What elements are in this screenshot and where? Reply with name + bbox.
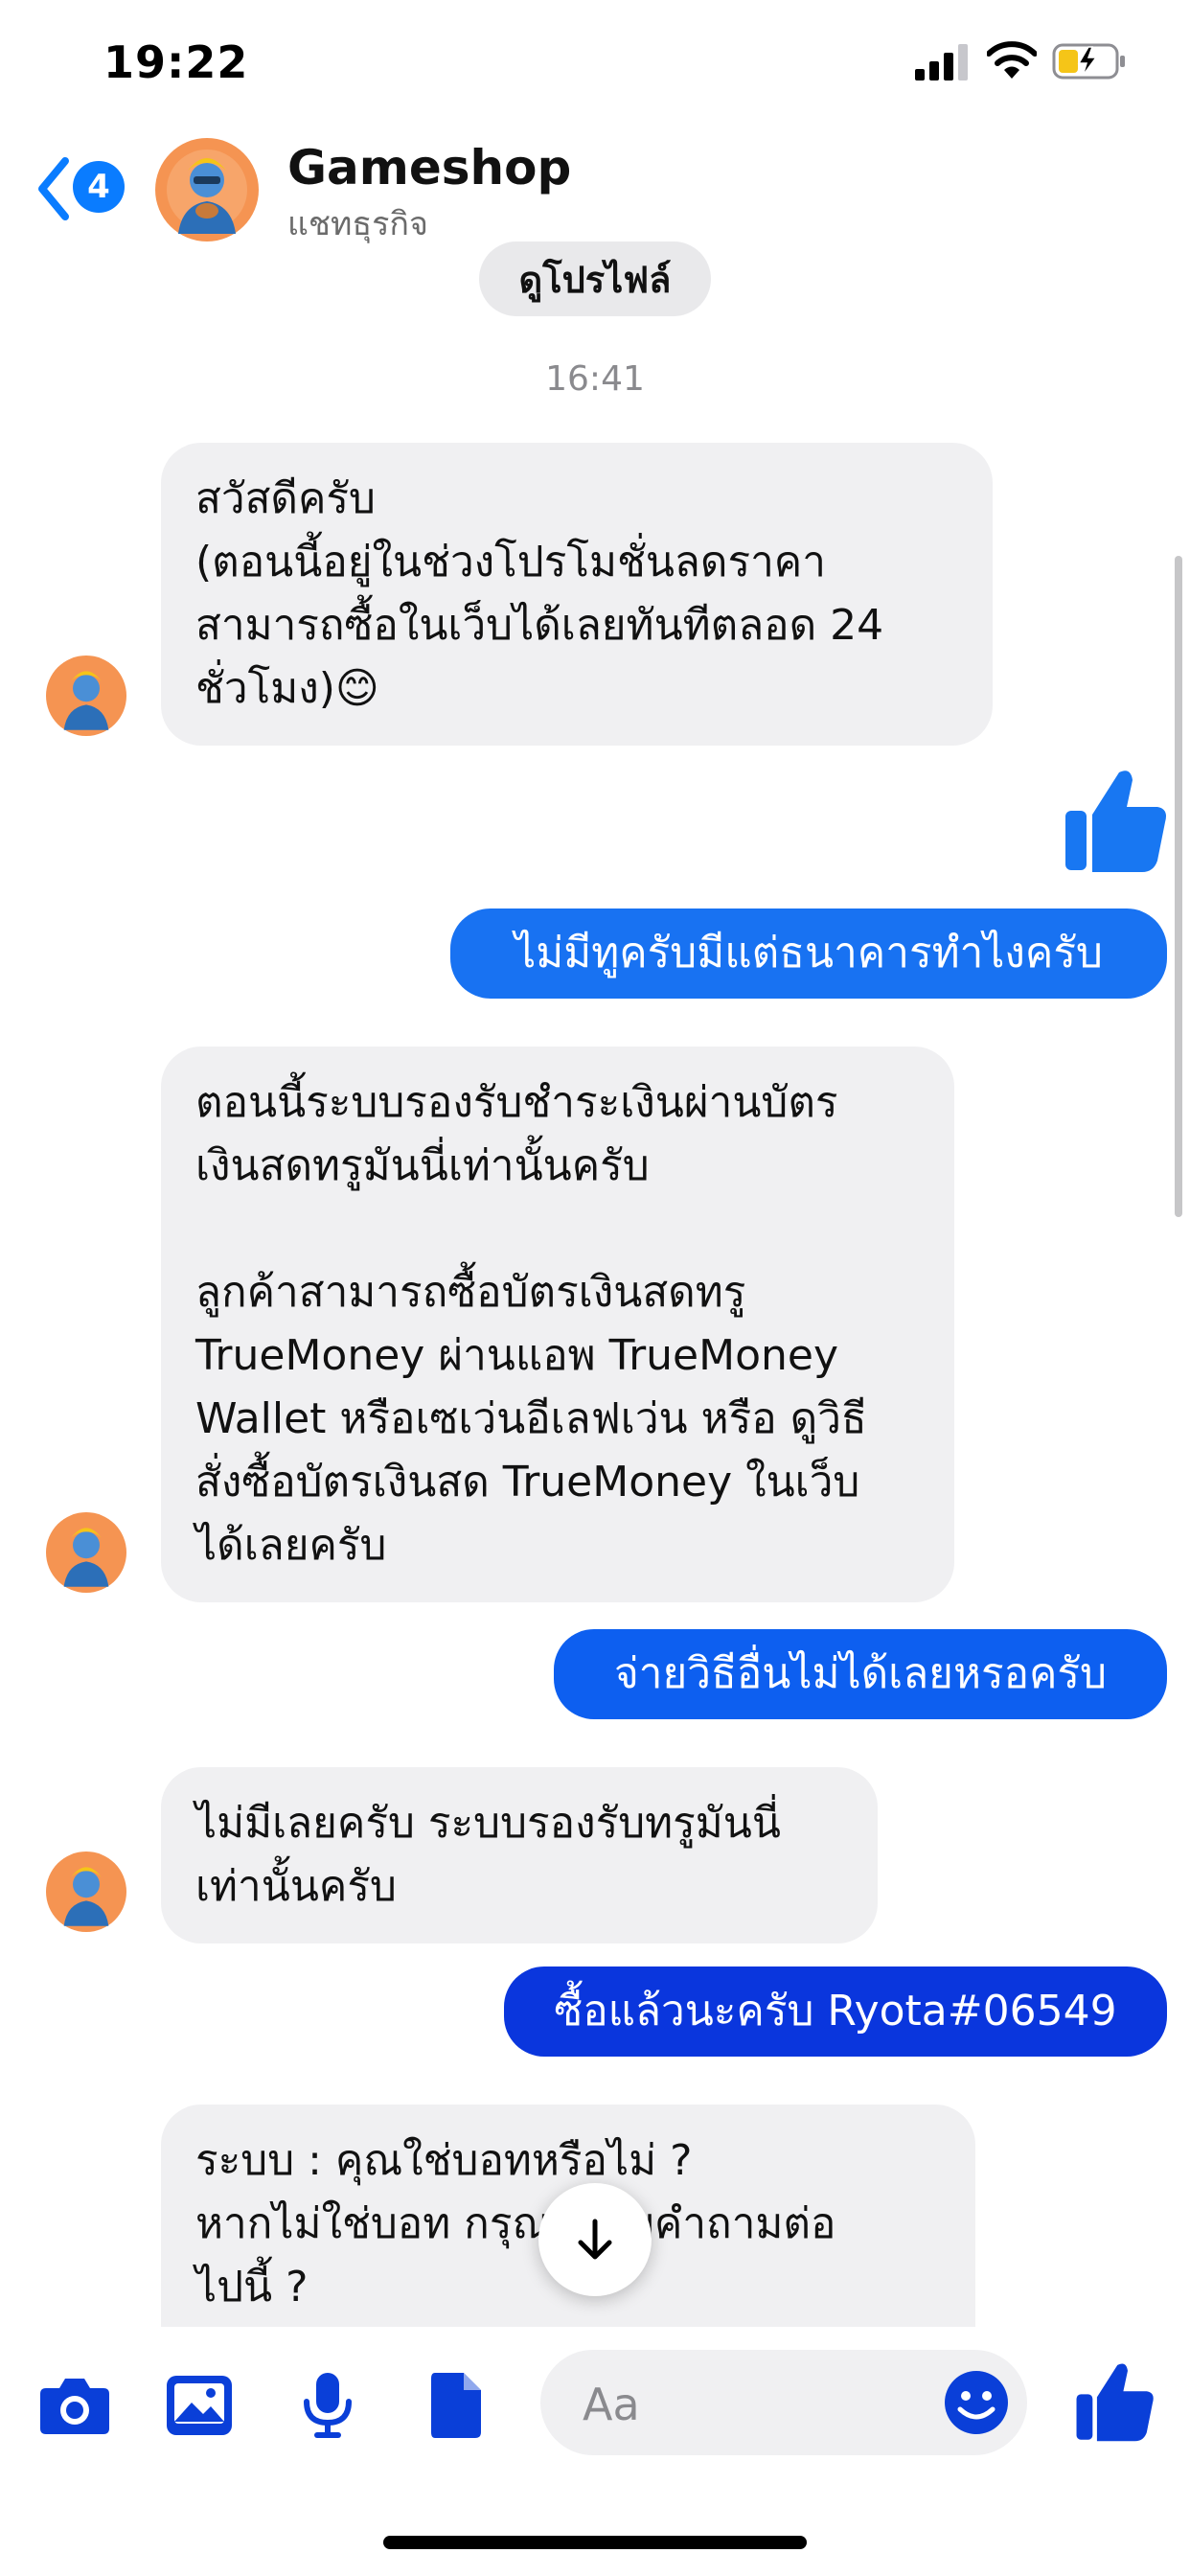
message-input[interactable]: Aa (540, 2350, 1027, 2455)
thumbs-up-icon (1065, 770, 1166, 872)
camera-icon (40, 2379, 109, 2434)
microphone-button[interactable] (289, 2367, 366, 2444)
like-button[interactable] (1075, 2359, 1156, 2444)
sent-thumbs-up[interactable] (1064, 767, 1169, 874)
file-icon (431, 2373, 481, 2438)
thumbs-up-icon (1076, 2363, 1154, 2442)
message-outgoing[interactable]: จ่ายวิธีอื่นไม่ได้เลยหรอครับ (554, 1629, 1167, 1719)
sender-avatar (46, 1512, 126, 1593)
view-profile-button[interactable]: ดูโปรไฟล์ (479, 242, 711, 316)
microphone-icon (304, 2373, 352, 2438)
message-input-placeholder: Aa (583, 2379, 640, 2430)
avatar[interactable] (155, 138, 259, 242)
battery-charging-icon (1052, 43, 1125, 80)
status-time: 19:22 (103, 36, 249, 88)
message-incoming[interactable]: สวัสดีครับ (ตอนนี้อยู่ในช่วงโปรโมชั่นลดร… (161, 443, 993, 746)
message-outgoing[interactable]: ซื้อแล้วนะครับ Ryota#06549 (504, 1966, 1167, 2057)
gallery-icon (167, 2376, 232, 2435)
message-timestamp: 16:41 (545, 359, 645, 399)
sender-avatar (46, 1852, 126, 1932)
wifi-icon (987, 41, 1037, 79)
gallery-button[interactable] (161, 2367, 238, 2444)
arrow-down-icon (578, 2219, 612, 2260)
emoji-icon[interactable] (943, 2369, 1010, 2436)
camera-button[interactable] (36, 2367, 113, 2444)
chat-title: Gameshop (287, 140, 572, 196)
back-button[interactable]: 4 (34, 153, 130, 224)
sender-avatar (46, 656, 126, 736)
chat-subtitle: แชทธุรกิจ (287, 205, 428, 243)
message-incoming[interactable]: ไม่มีเลยครับ ระบบรองรับทรูมันนี่ เท่านั้… (161, 1767, 878, 1944)
scroll-to-bottom-button[interactable] (538, 2183, 652, 2296)
home-indicator (383, 2536, 807, 2549)
message-outgoing[interactable]: ไม่มีทูครับมีแต่ธนาคารทำไงครับ (450, 908, 1167, 999)
signal-icon (915, 44, 968, 80)
file-button[interactable] (418, 2367, 494, 2444)
unread-count-badge: 4 (73, 161, 125, 213)
back-chevron-icon (38, 157, 69, 220)
scrollbar[interactable] (1175, 556, 1182, 1217)
message-incoming[interactable]: ตอนนี้ระบบรองรับชำระเงินผ่านบัตร เงินสดท… (161, 1046, 954, 1602)
